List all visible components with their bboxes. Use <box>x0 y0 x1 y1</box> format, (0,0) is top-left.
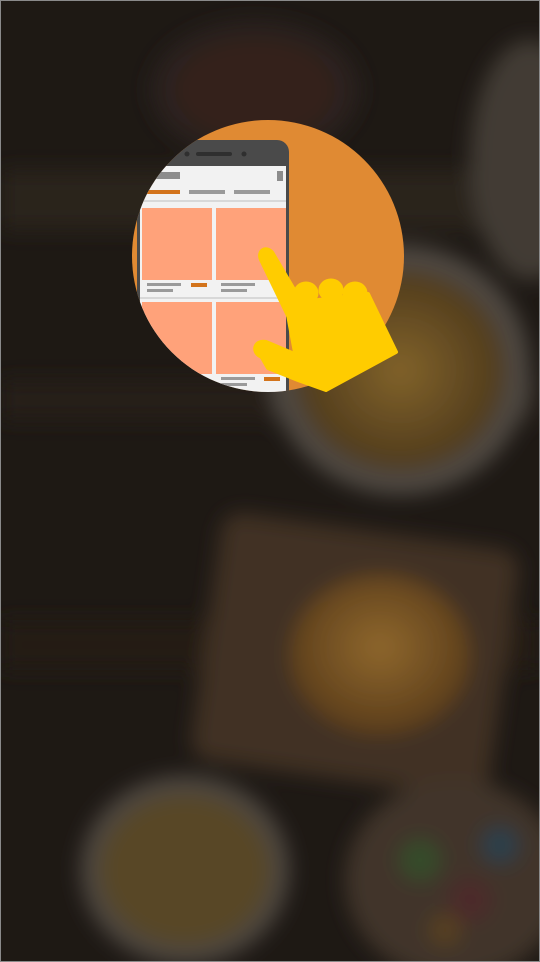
splash-screen <box>0 0 540 962</box>
phone-tap-illustration-icon <box>132 120 404 392</box>
